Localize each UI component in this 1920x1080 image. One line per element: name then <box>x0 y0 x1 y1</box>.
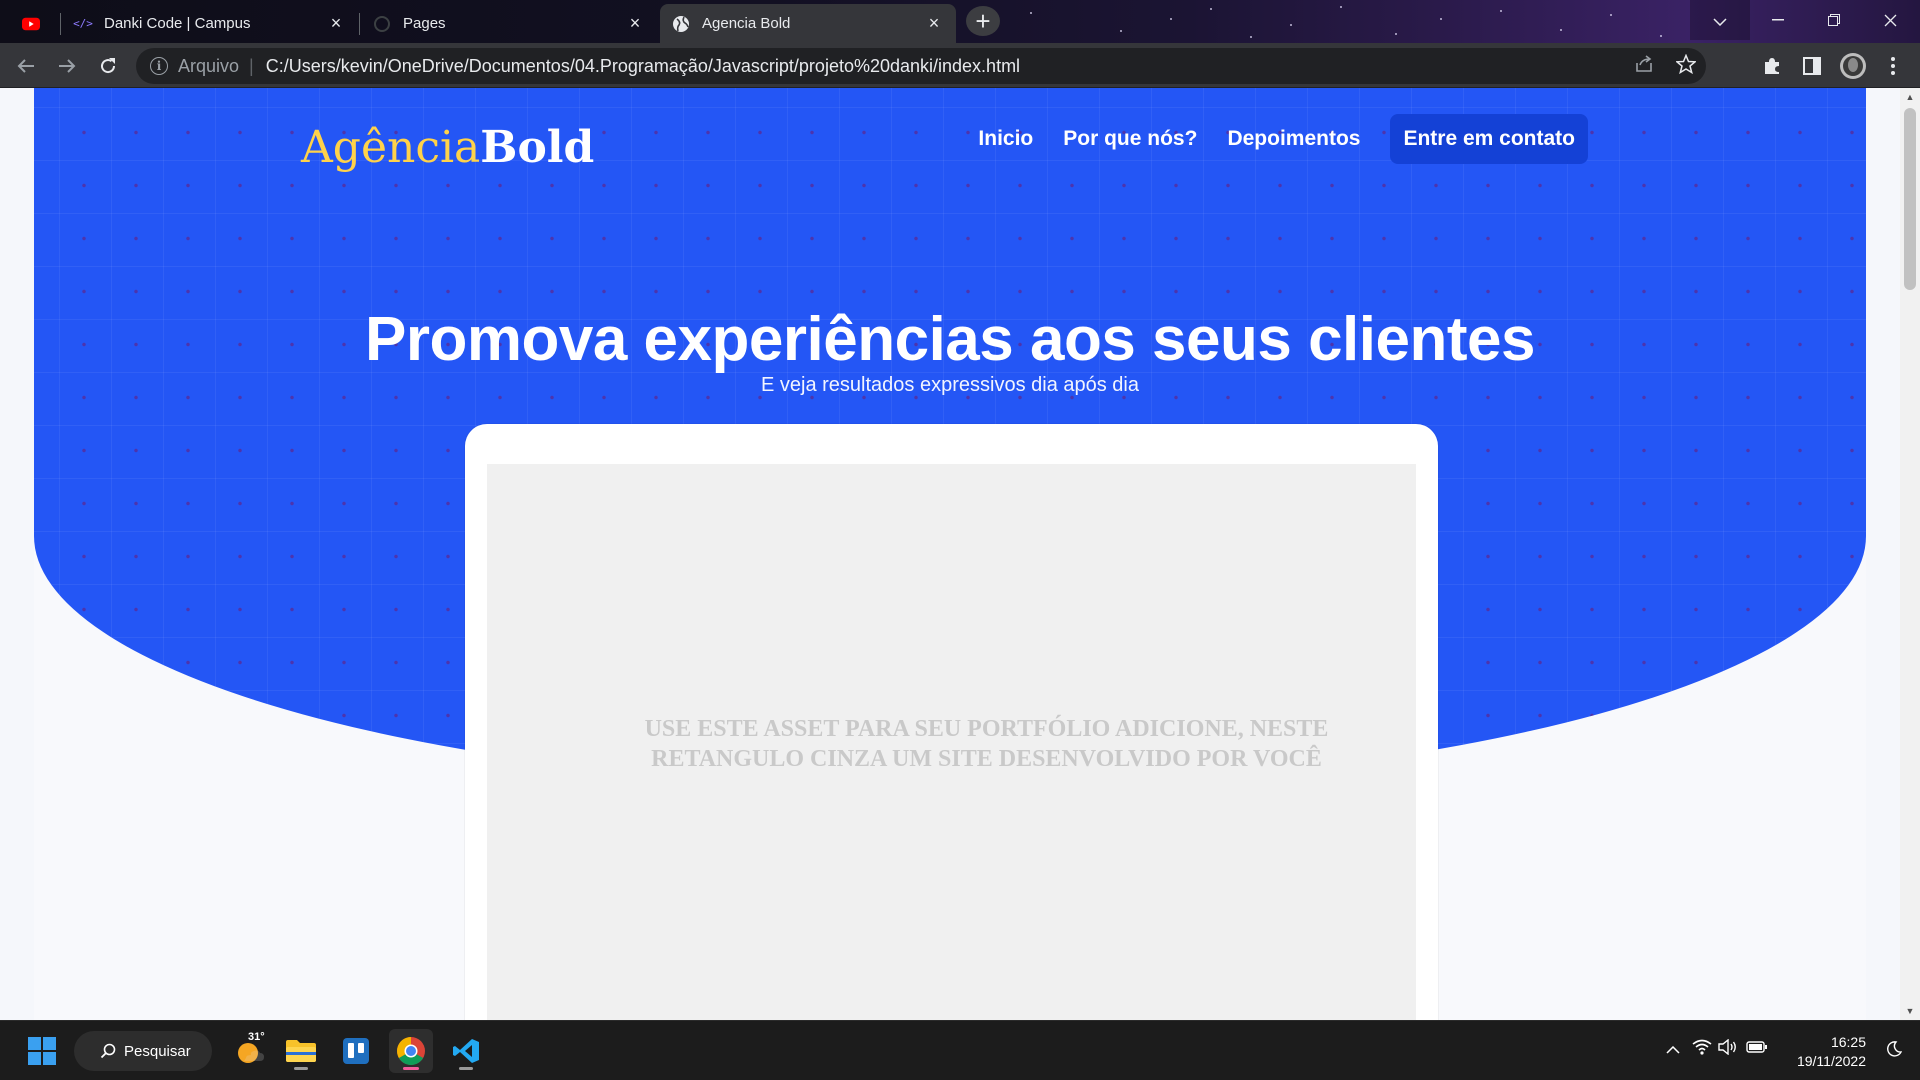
search-label: Pesquisar <box>124 1042 191 1060</box>
tab-youtube[interactable] <box>10 4 58 43</box>
tab-search-button[interactable] <box>1690 0 1750 40</box>
tab-agencia-bold[interactable]: Agencia Bold × <box>660 4 956 43</box>
windows-taskbar: Pesquisar 31° 16:25 19/11/2022 <box>0 1020 1920 1080</box>
profile-avatar[interactable] <box>1838 51 1868 81</box>
close-window-button[interactable] <box>1862 0 1918 40</box>
mockup-screen: USE ESTE ASSET PARA SEU PORTFÓLIO ADICIO… <box>487 464 1416 1020</box>
do-not-disturb-icon[interactable] <box>1886 1041 1903 1060</box>
contact-cta-button[interactable]: Entre em contato <box>1390 114 1588 164</box>
volume-icon[interactable] <box>1718 1038 1738 1058</box>
taskbar-search[interactable]: Pesquisar <box>74 1031 212 1071</box>
tab-title: Danki Code | Campus <box>104 15 251 32</box>
chrome-icon <box>397 1037 425 1065</box>
page-viewport: AgênciaBold Inicio Por que nós? Depoimen… <box>0 88 1920 1020</box>
taskbar-chrome[interactable] <box>389 1029 433 1073</box>
restore-icon <box>1828 14 1840 26</box>
restore-button[interactable] <box>1806 0 1862 40</box>
scroll-up-arrow[interactable]: ▲ <box>1905 92 1915 102</box>
code-icon: </> <box>73 17 93 30</box>
forward-button[interactable] <box>51 50 83 82</box>
logo-part-bold: Bold <box>480 122 595 173</box>
puzzle-icon <box>1765 58 1779 74</box>
arrow-right-icon <box>59 59 76 73</box>
address-url[interactable]: C:/Users/kevin/OneDrive/Documentos/04.Pr… <box>266 56 1020 77</box>
running-indicator <box>459 1067 473 1070</box>
minimize-icon <box>1772 19 1784 21</box>
trello-icon <box>343 1038 369 1064</box>
chevron-down-icon <box>1713 10 1727 31</box>
address-scheme-label: Arquivo <box>178 55 240 76</box>
taskbar-vscode[interactable] <box>444 1029 488 1073</box>
arrow-left-icon <box>17 59 34 73</box>
new-tab-button[interactable]: + <box>966 6 1000 36</box>
minimize-button[interactable] <box>1750 0 1806 40</box>
extensions-button[interactable] <box>1757 51 1787 81</box>
battery-icon[interactable] <box>1746 1039 1768 1058</box>
side-panel-icon <box>1803 57 1821 75</box>
nav-depoimentos[interactable]: Depoimentos <box>1227 127 1360 151</box>
start-button[interactable] <box>20 1029 64 1073</box>
scroll-down-arrow[interactable]: ▼ <box>1905 1006 1915 1016</box>
folder-icon <box>286 1040 316 1062</box>
browser-tab-strip: </> Danki Code | Campus × Pages × Agenci… <box>0 0 1920 43</box>
clock[interactable]: 16:25 19/11/2022 <box>1797 1033 1866 1071</box>
windows-logo-icon <box>28 1037 56 1065</box>
tab-pages[interactable]: Pages × <box>361 4 657 43</box>
globe-icon <box>672 15 690 33</box>
reload-icon <box>101 58 116 74</box>
site-logo[interactable]: AgênciaBold <box>301 122 594 173</box>
browser-toolbar: i Arquivo | C:/Users/kevin/OneDrive/Docu… <box>0 43 1920 88</box>
reload-button[interactable] <box>92 50 124 82</box>
clock-date: 19/11/2022 <box>1796 1053 1866 1069</box>
close-icon[interactable]: × <box>924 13 944 34</box>
running-indicator <box>294 1067 308 1070</box>
hero-title: Promova experiências aos seus clientes <box>365 305 1535 374</box>
wifi-icon[interactable] <box>1692 1039 1712 1058</box>
vscode-icon <box>453 1039 479 1063</box>
share-icon[interactable] <box>1634 54 1654 78</box>
tab-separator <box>359 13 360 35</box>
nav-inicio[interactable]: Inicio <box>978 127 1033 151</box>
page-scrollbar[interactable]: ▲ ▼ <box>1900 88 1920 1020</box>
hero-subtitle: E veja resultados expressivos dia após d… <box>761 374 1139 396</box>
nav-por-que-nos[interactable]: Por que nós? <box>1063 127 1197 151</box>
info-icon[interactable]: i <box>150 57 168 75</box>
more-vert-icon <box>1891 57 1895 75</box>
tab-title: Agencia Bold <box>702 15 791 32</box>
close-icon[interactable]: × <box>625 13 645 34</box>
device-mockup: USE ESTE ASSET PARA SEU PORTFÓLIO ADICIO… <box>465 424 1438 1020</box>
youtube-icon <box>22 15 40 33</box>
bookmark-star-icon[interactable] <box>1675 53 1697 79</box>
weather-widget[interactable]: 31° <box>228 1029 272 1073</box>
site-nav: Inicio Por que nós? Depoimentos Entre em… <box>978 114 1588 164</box>
clock-time: 16:25 <box>1830 1034 1866 1050</box>
mockup-placeholder-text: USE ESTE ASSET PARA SEU PORTFÓLIO ADICIO… <box>644 716 1329 772</box>
tab-separator <box>60 13 61 35</box>
close-icon[interactable]: × <box>326 13 346 34</box>
loading-icon <box>373 15 391 33</box>
scrollbar-thumb[interactable] <box>1904 108 1916 290</box>
running-indicator <box>403 1067 419 1070</box>
address-divider: | <box>249 55 254 76</box>
taskbar-file-explorer[interactable] <box>279 1029 323 1073</box>
logo-part-agencia: Agência <box>301 122 481 173</box>
weather-temp: 31° <box>248 1031 265 1043</box>
close-icon <box>1884 14 1896 26</box>
address-bar[interactable]: i Arquivo | C:/Users/kevin/OneDrive/Docu… <box>136 48 1706 84</box>
chevron-up-icon[interactable] <box>1666 1041 1680 1057</box>
menu-button[interactable] <box>1878 51 1908 81</box>
avatar-icon <box>1840 53 1866 79</box>
side-panel-button[interactable] <box>1797 51 1827 81</box>
back-button[interactable] <box>10 50 42 82</box>
taskbar-trello[interactable] <box>334 1029 378 1073</box>
tab-title: Pages <box>403 15 446 32</box>
web-page: AgênciaBold Inicio Por que nós? Depoimen… <box>34 88 1866 1020</box>
search-icon <box>100 1043 116 1059</box>
tab-danki-code[interactable]: </> Danki Code | Campus × <box>62 4 358 43</box>
